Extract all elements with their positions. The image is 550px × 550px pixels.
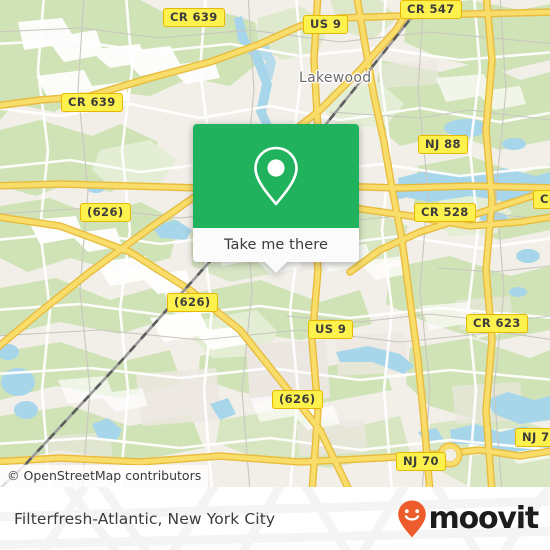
map-canvas[interactable]: Lakewood CR 639 US 9 CR 547 CR 639 NJ 88… [0, 0, 550, 487]
location-pin-icon [254, 146, 298, 206]
copyright-icon: © [7, 468, 20, 483]
osm-attribution[interactable]: © OpenStreetMap contributors [0, 465, 209, 487]
road-shield-626-south: (626) [272, 390, 323, 409]
road-shield-626-mid: (626) [167, 293, 218, 312]
take-me-there-label: Take me there [223, 237, 329, 253]
moovit-wordmark: moovit [428, 500, 540, 536]
take-me-there-callout[interactable]: Take me there [193, 124, 359, 273]
callout-action-bar[interactable]: Take me there [193, 228, 359, 262]
road-shield-nj-70-east: NJ 70 [515, 428, 550, 447]
road-shield-us-9-south: US 9 [308, 320, 354, 339]
road-shield-nj-70-west: NJ 70 [396, 452, 446, 471]
moovit-brand-logo[interactable]: moovit [396, 499, 540, 539]
moovit-smiley-pin-icon [397, 500, 426, 537]
page-title: Filterfresh-Atlantic, New York City [14, 509, 276, 528]
moovit-map-screen: Lakewood CR 639 US 9 CR 547 CR 639 NJ 88… [0, 0, 550, 550]
callout-pointer [265, 262, 287, 273]
road-shield-cr-623: CR 623 [466, 314, 528, 333]
osm-attribution-text[interactable]: OpenStreetMap contributors [23, 468, 201, 483]
road-shield-cr-639-west: CR 639 [61, 93, 123, 112]
road-shield-nj-88: NJ 88 [418, 135, 468, 154]
road-shield-cr-639-north: CR 639 [163, 8, 225, 27]
footer-bar: Filterfresh-Atlantic, New York City moov… [0, 487, 550, 550]
road-shield-626-west: (626) [80, 203, 131, 222]
road-shield-cr-528: CR 528 [414, 203, 476, 222]
road-shield-us-9-north: US 9 [303, 15, 349, 34]
callout-image-panel [193, 124, 359, 228]
road-shield-cr-clipped: CR [533, 190, 550, 209]
place-label-lakewood: Lakewood [299, 70, 372, 86]
road-shield-cr-547: CR 547 [400, 0, 462, 19]
